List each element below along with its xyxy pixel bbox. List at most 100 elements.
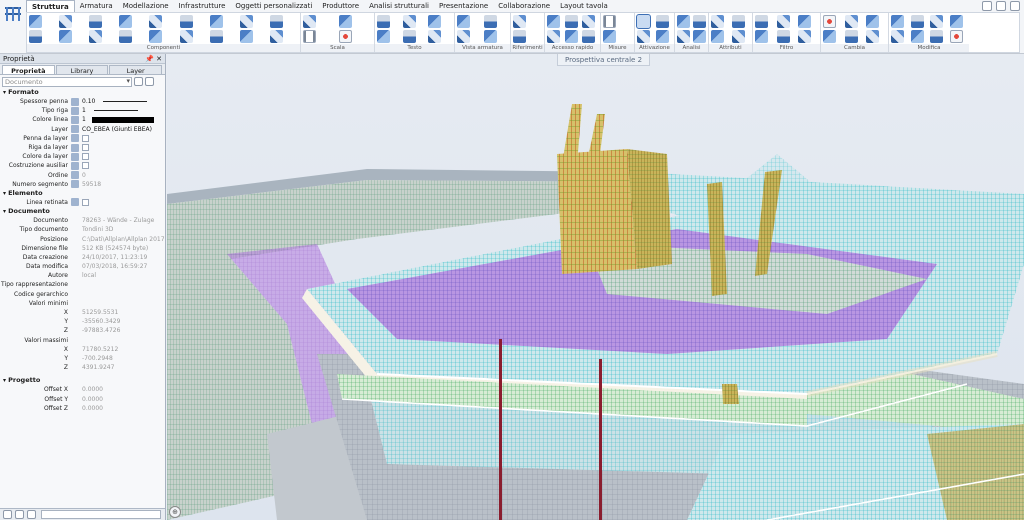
rectangle-tool-icon[interactable] <box>547 30 560 43</box>
tab-library[interactable]: Library <box>55 65 109 75</box>
gear-icon[interactable] <box>996 1 1006 11</box>
tab-struttura[interactable]: Struttura <box>26 0 75 12</box>
dimension-quick-icon[interactable] <box>582 15 596 28</box>
tab-infrastrutture[interactable]: Infrastrutture <box>174 0 231 12</box>
filter-color-icon[interactable] <box>798 15 812 28</box>
list-icon[interactable] <box>692 30 706 43</box>
analysis-icon[interactable] <box>677 15 690 28</box>
shaft-tool-icon[interactable] <box>239 15 253 28</box>
attribute-copy-icon[interactable] <box>731 15 745 28</box>
prop-row[interactable]: Spessore penna 0.10 <box>0 97 165 106</box>
view-title[interactable]: Prospettiva centrale 2 <box>557 54 651 66</box>
warning-icon[interactable] <box>949 15 963 28</box>
measure-distance-icon[interactable] <box>603 15 616 28</box>
section-documento[interactable]: Documento <box>0 207 165 216</box>
section-progetto[interactable]: Progetto <box>0 376 165 385</box>
tab-collaborazione[interactable]: Collaborazione <box>493 0 555 12</box>
structure-icon[interactable] <box>2 3 24 51</box>
foundation-tool-icon[interactable] <box>89 15 103 28</box>
trim-icon[interactable] <box>930 30 943 43</box>
rebar-section-icon[interactable] <box>457 30 470 43</box>
line-tool-icon[interactable] <box>547 15 560 28</box>
prop-row[interactable]: Numero segmento 59518 <box>0 180 165 189</box>
sum-icon[interactable] <box>637 30 650 43</box>
change-line-icon[interactable] <box>844 30 858 43</box>
prop-row[interactable]: Colore linea 1 <box>0 115 165 124</box>
section-elemento[interactable]: Elemento <box>0 189 165 198</box>
opening-tool-icon[interactable] <box>119 15 133 28</box>
checkbox[interactable] <box>82 198 89 206</box>
checkbox[interactable] <box>82 162 89 170</box>
rebar-label-icon[interactable] <box>483 15 497 28</box>
attribute-match-icon[interactable] <box>731 30 745 43</box>
checkbox[interactable] <box>82 153 89 161</box>
prop-row[interactable]: Linea retinata <box>0 198 165 207</box>
leader-tool-icon[interactable] <box>428 15 442 28</box>
activate-element-icon[interactable] <box>636 14 651 29</box>
tab-presentazione[interactable]: Presentazione <box>434 0 493 12</box>
tab-proprieta[interactable]: Proprietà <box>2 65 55 75</box>
select-all-icon[interactable] <box>655 30 669 43</box>
filter-layer-icon[interactable] <box>755 30 768 43</box>
change-pen-icon[interactable] <box>823 15 836 28</box>
slab-tool-icon[interactable] <box>59 30 73 43</box>
prop-row[interactable]: Ordine 0 <box>0 171 165 180</box>
edit-text-icon[interactable] <box>402 15 416 28</box>
change-attributes-icon[interactable] <box>823 30 836 43</box>
prop-row[interactable]: Documento 78263 - Wände - Zulage <box>0 216 165 225</box>
measure-area-icon[interactable] <box>603 30 616 43</box>
ramp-tool-icon[interactable] <box>149 30 163 43</box>
tab-layout-tavola[interactable]: Layout tavola <box>555 0 613 12</box>
navigation-icon[interactable]: ⊕ <box>169 506 181 518</box>
tab-oggetti-personalizzati[interactable]: Oggetti personalizzati <box>230 0 317 12</box>
attribute-edit-icon[interactable] <box>711 30 724 43</box>
prop-row[interactable]: Colore da layer <box>0 152 165 161</box>
rebar-mesh-icon[interactable] <box>483 30 497 43</box>
rotate-icon[interactable] <box>910 15 924 28</box>
prop-row[interactable]: Dimensione file 512 KB (524574 byte) <box>0 244 165 253</box>
target-icon[interactable] <box>338 30 352 43</box>
filter-pen-icon[interactable] <box>776 15 790 28</box>
move-icon[interactable] <box>891 15 904 28</box>
room-tool-icon[interactable] <box>269 15 283 28</box>
joint-tool-icon[interactable] <box>209 30 223 43</box>
checkbox[interactable] <box>82 144 89 152</box>
tab-armatura[interactable]: Armatura <box>75 0 118 12</box>
section-formato[interactable]: Formato <box>0 88 165 97</box>
column-tool-icon[interactable] <box>29 30 42 43</box>
brush-icon[interactable] <box>3 510 12 519</box>
filter-type-icon[interactable] <box>798 30 812 43</box>
text-quick-icon[interactable] <box>564 15 578 28</box>
bottom-dropdown[interactable] <box>41 510 161 519</box>
copy-icon[interactable] <box>891 30 904 43</box>
tab-analisi-strutturali[interactable]: Analisi strutturali <box>364 0 434 12</box>
rebar-view-icon[interactable] <box>457 15 470 28</box>
prop-row[interactable]: Layer CO_EBEA (Giunti EBEA) <box>0 125 165 134</box>
mirror-icon[interactable] <box>910 30 924 43</box>
change-color-icon[interactable] <box>866 15 880 28</box>
document-selector[interactable]: Documento <box>2 76 132 87</box>
prop-subsection[interactable]: Valori minimi <box>0 299 165 308</box>
prop-row[interactable]: Posizione C:\Dati\Allplan\Allplan 2017 <box>0 234 165 243</box>
3d-viewport[interactable]: Prospettiva centrale 2 ⊕ <box>167 54 1024 520</box>
label-tool-icon[interactable] <box>377 30 390 43</box>
palette-pin-close[interactable]: 📌 ✕ <box>145 55 162 63</box>
search-icon[interactable] <box>134 77 143 86</box>
prop-row[interactable]: Penna da layer <box>0 134 165 143</box>
copy-format-icon[interactable] <box>15 510 24 519</box>
zoom-tool-icon[interactable] <box>338 15 352 28</box>
upstand-tool-icon[interactable] <box>149 15 163 28</box>
recess-tool-icon[interactable] <box>119 30 133 43</box>
prop-row[interactable]: Tipo rappresentazione <box>0 280 165 289</box>
xref-icon[interactable] <box>513 30 526 43</box>
roof-tool-icon[interactable] <box>179 15 193 28</box>
pier-tool-icon[interactable] <box>179 30 193 43</box>
prop-row[interactable]: Codice gerarchico <box>0 290 165 299</box>
prop-row[interactable]: Data creazione 24/10/2017, 11:23:19 <box>0 253 165 262</box>
tab-layer[interactable]: Layer <box>109 65 163 75</box>
layers-icon[interactable] <box>27 510 36 519</box>
change-format-icon[interactable] <box>866 30 880 43</box>
filter-icon[interactable] <box>145 77 154 86</box>
change-layer-icon[interactable] <box>844 15 858 28</box>
checkbox[interactable] <box>82 134 89 142</box>
